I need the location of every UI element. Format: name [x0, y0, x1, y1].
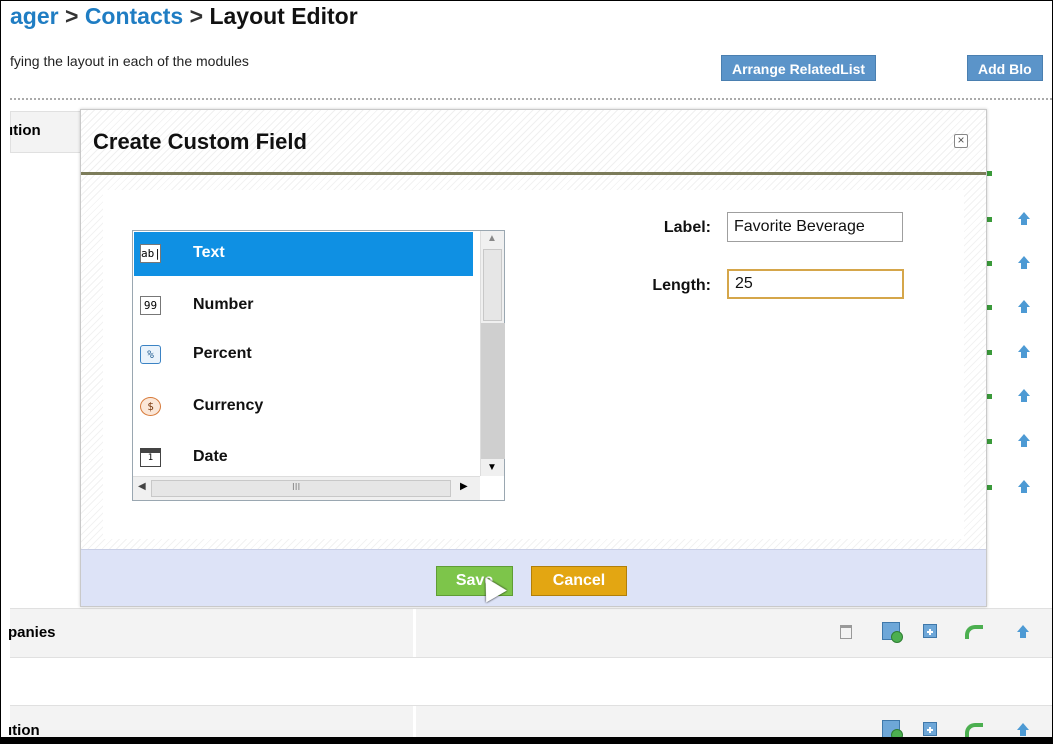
block-row-info: ıtion: [8, 705, 1052, 738]
layout-editor-page: ager > Contacts > Layout Editor fying th…: [0, 0, 1053, 738]
move-up-icon[interactable]: [1016, 625, 1030, 639]
drag-handle-icon[interactable]: [987, 217, 992, 222]
field-row-controls: [987, 163, 1047, 185]
drag-handle-icon[interactable]: [987, 261, 992, 266]
move-up-icon[interactable]: [1017, 389, 1031, 403]
field-type-list[interactable]: ab| Text 99 Number % Percent $ Currency …: [132, 230, 505, 501]
drag-handle-icon[interactable]: [987, 394, 992, 399]
field-type-label: Currency: [193, 397, 264, 414]
number-type-icon: 99: [140, 296, 161, 315]
drag-handle-icon[interactable]: [987, 485, 992, 490]
field-row-controls: [987, 431, 1047, 453]
plus-icon[interactable]: [923, 722, 937, 736]
percent-type-icon: %: [140, 345, 161, 364]
breadcrumb-separator: >: [58, 3, 85, 29]
add-field-icon[interactable]: [882, 720, 903, 737]
block-row-companies: panies: [8, 608, 1052, 658]
label-input[interactable]: [727, 212, 903, 242]
scroll-track[interactable]: [481, 323, 505, 459]
field-type-date[interactable]: 1 Date: [134, 436, 473, 480]
field-row-controls: [987, 253, 1047, 275]
scroll-grip: III: [292, 482, 301, 493]
scroll-thumb[interactable]: III: [151, 480, 451, 497]
move-up-icon[interactable]: [1017, 300, 1031, 314]
create-custom-field-dialog: Create Custom Field × Save Cancel ab| Te…: [80, 109, 987, 607]
scroll-thumb[interactable]: [483, 249, 502, 321]
add-field-icon[interactable]: [882, 622, 903, 643]
undo-icon[interactable]: [965, 723, 983, 737]
drag-handle-icon[interactable]: [987, 439, 992, 444]
length-field-label: Length:: [652, 277, 711, 294]
dialog-footer: Save Cancel: [81, 549, 986, 606]
drag-handle-icon[interactable]: [987, 305, 992, 310]
add-block-button[interactable]: Add Blo: [967, 55, 1043, 81]
breadcrumb-separator: >: [183, 3, 210, 29]
close-icon[interactable]: ×: [954, 134, 968, 148]
text-type-icon: ab|: [140, 244, 161, 263]
block-label: panies: [8, 624, 56, 641]
move-up-icon[interactable]: [1017, 212, 1031, 226]
field-type-label: Text: [193, 244, 225, 261]
field-type-label: Date: [193, 448, 228, 465]
scroll-down-icon[interactable]: ▼: [487, 462, 497, 473]
arrange-related-list-button[interactable]: Arrange RelatedList: [721, 55, 877, 81]
drag-handle-icon[interactable]: [987, 171, 992, 176]
breadcrumb: ager > Contacts > Layout Editor: [10, 3, 358, 30]
cancel-button[interactable]: Cancel: [531, 566, 627, 596]
column-separator: [413, 706, 416, 737]
scroll-up-icon[interactable]: ▲: [487, 233, 497, 244]
breadcrumb-link-manager[interactable]: ager: [10, 3, 59, 29]
field-row-controls: [987, 477, 1047, 499]
block-header-label: ıtion: [9, 122, 41, 139]
currency-type-icon: $: [140, 397, 161, 416]
calendar-icon: 1: [140, 448, 161, 467]
label-field-label: Label:: [663, 219, 711, 236]
field-row-controls: [987, 386, 1047, 408]
move-up-icon[interactable]: [1017, 345, 1031, 359]
field-type-currency[interactable]: $ Currency: [134, 385, 473, 429]
scroll-right-icon[interactable]: ▶: [460, 481, 468, 492]
page-title: Layout Editor: [209, 3, 358, 29]
field-type-percent[interactable]: % Percent: [134, 333, 473, 377]
plus-icon[interactable]: [923, 624, 937, 638]
field-row-controls: [987, 209, 1047, 231]
field-type-label: Percent: [193, 345, 252, 362]
vertical-scrollbar[interactable]: ▲ ▼: [480, 231, 505, 476]
field-type-number[interactable]: 99 Number: [134, 284, 473, 328]
undo-icon[interactable]: [965, 625, 983, 639]
divider: [10, 98, 1052, 100]
field-row-controls: [987, 342, 1047, 364]
field-type-text[interactable]: ab| Text: [134, 232, 473, 276]
block-label: ıtion: [8, 722, 40, 738]
field-type-label: Number: [193, 296, 254, 313]
scroll-left-icon[interactable]: ◀: [138, 481, 146, 492]
block-header: ıtion: [9, 111, 80, 153]
move-up-icon[interactable]: [1017, 434, 1031, 448]
breadcrumb-link-contacts[interactable]: Contacts: [85, 3, 183, 29]
move-up-icon[interactable]: [1016, 723, 1030, 737]
horizontal-scrollbar[interactable]: ◀ III ▶: [133, 476, 480, 500]
dialog-title: Create Custom Field: [93, 129, 307, 154]
column-separator: [413, 609, 416, 657]
dialog-header: Create Custom Field ×: [81, 110, 986, 175]
drag-handle-icon[interactable]: [987, 350, 992, 355]
page-description: fying the layout in each of the modules: [10, 53, 249, 69]
move-up-icon[interactable]: [1017, 480, 1031, 494]
field-row-controls: [987, 297, 1047, 319]
length-input[interactable]: [727, 269, 904, 299]
move-up-icon[interactable]: [1017, 256, 1031, 270]
trash-icon[interactable]: [840, 625, 852, 639]
